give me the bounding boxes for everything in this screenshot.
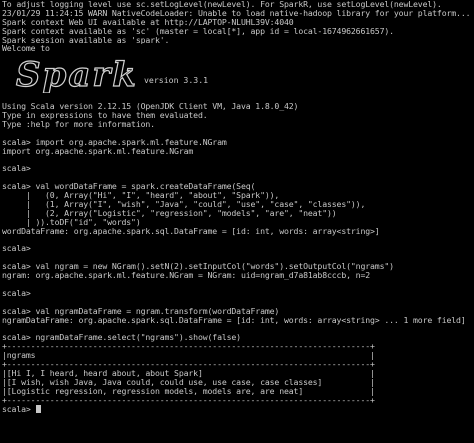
scala-info: Using Scala version 2.12.15 (OpenJDK Cli…: [2, 102, 474, 129]
console-line: | (0, Array("Hi", "I", "heard", "about",…: [2, 191, 280, 201]
console-line: +---------------------------------------…: [2, 360, 375, 369]
info-line: Type :help for more information.: [2, 120, 155, 129]
console-line: scala> import org.apache.spark.ml.featur…: [2, 137, 227, 147]
console-line: scala>: [2, 164, 31, 174]
console-line: |ngrams |: [2, 351, 375, 361]
repl-session: scala> import org.apache.spark.ml.featur…: [2, 129, 474, 405]
info-line: Using Scala version 2.12.15 (OpenJDK Cli…: [2, 102, 299, 112]
spark-version: version 3.3.1: [144, 75, 209, 86]
startup-log: To adjust logging level use sc.setLogLev…: [2, 0, 474, 53]
log-line: Spark session available as 'spark'.: [2, 35, 170, 45]
console-line: scala>: [2, 288, 31, 298]
console-line: scala> val ngram = new NGram().setN(2).s…: [2, 262, 394, 272]
console-line: | (1, Array("I", "wish", "Java", "could"…: [2, 200, 366, 209]
text-cursor: [36, 404, 42, 413]
log-line: Spark context Web UI available at http:/…: [2, 17, 294, 27]
console-line: import org.apache.spark.ml.feature.NGram: [2, 146, 194, 156]
spark-logo-banner: Spark version 3.3.1: [2, 53, 474, 94]
spark-logo: Spark: [15, 55, 138, 94]
console-line: ngram: org.apache.spark.ml.feature.NGram…: [2, 271, 371, 281]
console-line: | (2, Array("Logistic", "regression", "m…: [2, 208, 337, 218]
log-line: Spark context available as 'sc' (master …: [2, 26, 394, 36]
console-line: +---------------------------------------…: [2, 342, 375, 352]
log-line: To adjust logging level use sc.setLogLev…: [2, 0, 442, 9]
console-line: |[Hi I, I heard, heard about, about Spar…: [2, 368, 375, 378]
prompt-line[interactable]: scala>: [2, 404, 474, 414]
console-line: wordDataFrame: org.apache.spark.sql.Data…: [2, 226, 380, 236]
terminal-window[interactable]: To adjust logging level use sc.setLogLev…: [0, 0, 474, 443]
log-line: 23/01/29 11:24:15 WARN NativeCodeLoader:…: [2, 8, 471, 18]
spark-logo-text: Spark: [16, 55, 138, 93]
console-line: | )).toDF("id", "words"): [2, 217, 141, 227]
console-line: +---------------------------------------…: [2, 395, 375, 405]
console-line: scala> val ngramDataFrame = ngram.transf…: [2, 306, 280, 316]
console-line: |[I wish, wish Java, Java could, could u…: [2, 377, 375, 387]
console-line: scala> val wordDataFrame = spark.createD…: [2, 182, 256, 192]
console-line: scala>: [2, 244, 31, 254]
console-line: |[Logistic regression, regression models…: [2, 386, 375, 396]
info-line: Type in expressions to have them evaluat…: [2, 111, 208, 121]
console-line: scala> ngramDataFrame.select("ngrams").s…: [2, 333, 241, 343]
log-line: Welcome to: [2, 44, 50, 54]
console-line: ngramDataFrame: org.apache.spark.sql.Dat…: [2, 315, 466, 325]
